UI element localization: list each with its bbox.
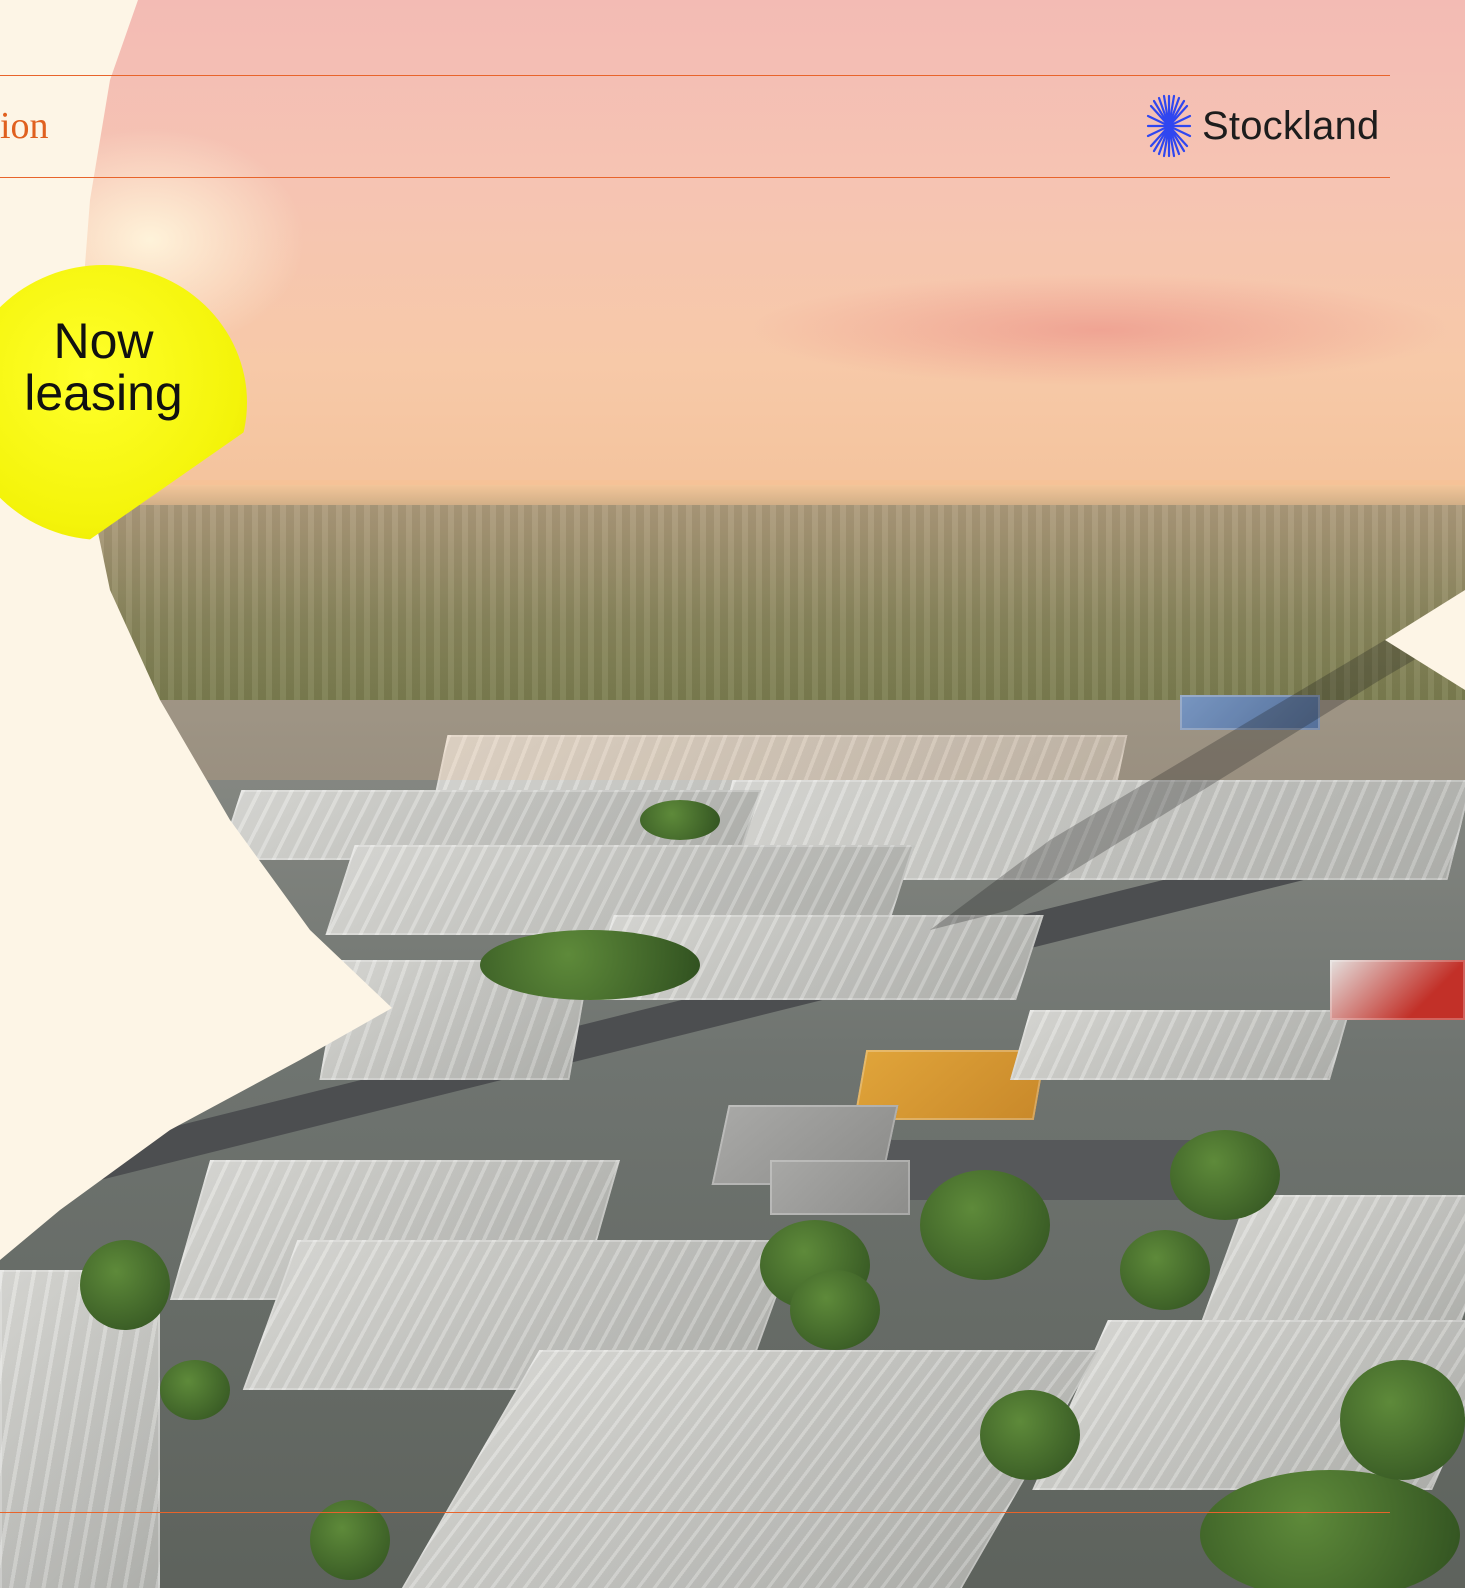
tree — [160, 1360, 230, 1420]
header-rule — [0, 177, 1390, 178]
tree — [1170, 1130, 1280, 1220]
warehouse-roof — [1009, 1010, 1351, 1080]
tree — [1120, 1230, 1210, 1310]
red-building-roof — [1330, 960, 1465, 1020]
office-roof — [770, 1160, 910, 1215]
badge-text: Now leasing — [0, 315, 214, 419]
tree — [980, 1390, 1080, 1480]
tree — [640, 800, 720, 840]
badge-line-1: Now — [53, 313, 154, 369]
tree — [790, 1270, 880, 1350]
brand-name: Stockland — [1202, 103, 1380, 148]
tree — [480, 930, 700, 1000]
tree — [80, 1240, 170, 1330]
badge-line-2: leasing — [24, 365, 183, 421]
tree — [920, 1170, 1050, 1280]
tree — [1200, 1470, 1460, 1588]
aerial-photo — [0, 0, 1465, 1588]
page-title: ion — [0, 105, 49, 147]
tree — [1340, 1360, 1465, 1480]
top-rule — [0, 75, 1390, 76]
starburst-icon — [1146, 94, 1192, 158]
bottom-rule — [0, 1512, 1390, 1513]
brand: Stockland — [1146, 94, 1379, 158]
